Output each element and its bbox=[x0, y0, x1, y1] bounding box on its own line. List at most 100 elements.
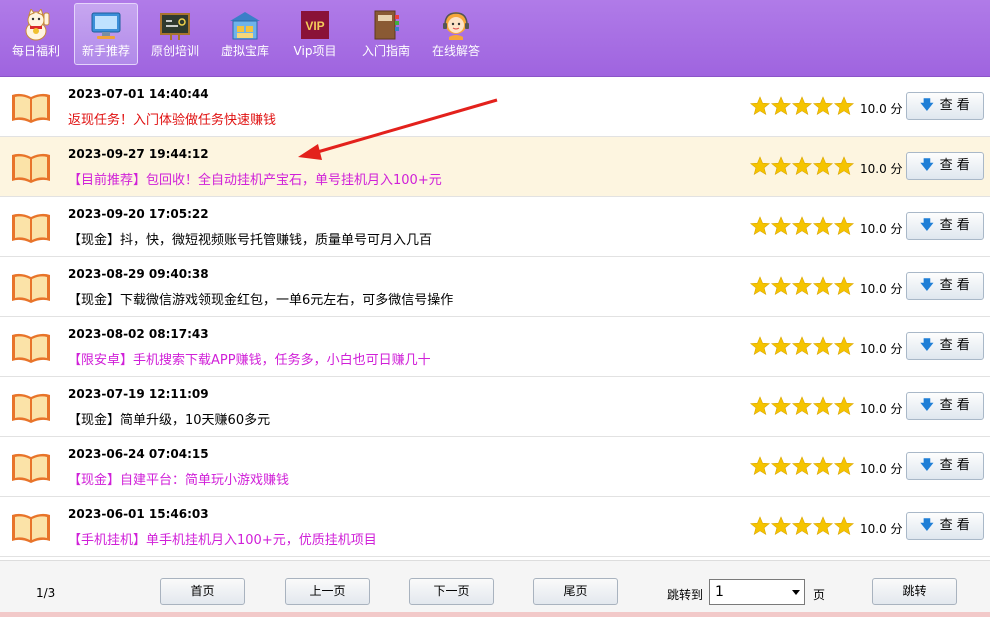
item-title[interactable]: 【目前推荐】包回收！全自动挂机产宝石，单号挂机月入100+元 bbox=[68, 169, 442, 188]
star-icon bbox=[770, 456, 792, 476]
blackboard-icon bbox=[158, 9, 192, 41]
view-button-label: 查 看 bbox=[939, 338, 970, 353]
list-item[interactable]: 2023-09-27 19:44:12 【目前推荐】包回收！全自动挂机产宝石，单号… bbox=[0, 137, 990, 197]
item-date: 2023-07-01 14:40:44 bbox=[68, 87, 209, 101]
toolbar-item-label: 新手推荐 bbox=[81, 44, 130, 58]
star-icon bbox=[749, 456, 771, 476]
top-toolbar: 每日福利 新手推荐 原创培训 虚拟宝库 VIP Vip项目 入门指南 在线解答 bbox=[0, 0, 990, 77]
star-icon bbox=[749, 156, 771, 176]
page-indicator: 1/3 bbox=[36, 586, 56, 600]
page-select[interactable]: 1 bbox=[709, 579, 805, 605]
item-score: 10.0 分 bbox=[860, 402, 903, 416]
item-date: 2023-09-27 19:44:12 bbox=[68, 147, 209, 161]
item-score: 10.0 分 bbox=[860, 462, 903, 476]
star-icon bbox=[791, 396, 813, 416]
item-date: 2023-07-19 12:11:09 bbox=[68, 387, 209, 401]
list-item[interactable]: 2023-07-01 14:40:44 返现任务！入门体验做任务快速赚钱 10.0 … bbox=[0, 77, 990, 137]
item-date: 2023-06-01 15:46:03 bbox=[68, 507, 209, 521]
star-icon bbox=[749, 216, 771, 236]
item-score: 10.0 分 bbox=[860, 522, 903, 536]
open-book-icon bbox=[10, 391, 52, 425]
download-arrow-icon: 🡇 bbox=[920, 458, 934, 473]
view-button[interactable]: 🡇 查 看 bbox=[906, 212, 984, 240]
view-button[interactable]: 🡇 查 看 bbox=[906, 272, 984, 300]
download-arrow-icon: 🡇 bbox=[920, 98, 934, 113]
star-icon bbox=[791, 276, 813, 296]
view-button-label: 查 看 bbox=[939, 158, 970, 173]
star-icon bbox=[812, 396, 834, 416]
list-item[interactable]: 2023-08-29 09:40:38 【现金】下载微信游戏领现金红包，一单6元左… bbox=[0, 257, 990, 317]
bottom-border bbox=[0, 612, 990, 617]
toolbar-item-daily-welfare[interactable]: 每日福利 bbox=[5, 4, 67, 64]
view-button[interactable]: 🡇 查 看 bbox=[906, 332, 984, 360]
star-icon bbox=[812, 216, 834, 236]
star-icon bbox=[833, 96, 855, 116]
guide-book-icon bbox=[369, 9, 403, 41]
star-icon bbox=[833, 276, 855, 296]
star-icon bbox=[770, 216, 792, 236]
item-title[interactable]: 【现金】下载微信游戏领现金红包，一单6元左右，可多微信号操作 bbox=[68, 289, 453, 308]
view-button[interactable]: 🡇 查 看 bbox=[906, 392, 984, 420]
prev-page-button[interactable]: 上一页 bbox=[285, 578, 370, 605]
list-item[interactable]: 2023-09-20 17:05:22 【现金】抖，快，微短视频账号托管赚钱，质量… bbox=[0, 197, 990, 257]
item-score: 10.0 分 bbox=[860, 102, 903, 116]
list-item[interactable]: 2023-07-19 12:11:09 【现金】简单升级，10天赚60多元 10.0… bbox=[0, 377, 990, 437]
toolbar-item-virtual-treasury[interactable]: 虚拟宝库 bbox=[214, 4, 276, 64]
star-icon bbox=[749, 96, 771, 116]
toolbar-item-vip-project[interactable]: VIP Vip项目 bbox=[284, 4, 346, 64]
star-icon bbox=[791, 96, 813, 116]
star-icon bbox=[770, 516, 792, 536]
view-button[interactable]: 🡇 查 看 bbox=[906, 152, 984, 180]
star-icon bbox=[749, 396, 771, 416]
toolbar-item-label: Vip项目 bbox=[293, 44, 337, 58]
star-icon bbox=[812, 156, 834, 176]
list-item[interactable]: 2023-06-01 15:46:03 【手机挂机】单手机挂机月入100+元，优质… bbox=[0, 497, 990, 557]
jump-to-label: 跳转到 bbox=[667, 588, 704, 602]
go-button[interactable]: 跳转 bbox=[872, 578, 957, 605]
last-page-button[interactable]: 尾页 bbox=[533, 578, 618, 605]
vip-icon: VIP bbox=[298, 9, 332, 41]
star-icon bbox=[749, 516, 771, 536]
first-page-button[interactable]: 首页 bbox=[160, 578, 245, 605]
toolbar-item-beginner-recommend[interactable]: 新手推荐 bbox=[74, 3, 138, 65]
star-icon bbox=[791, 456, 813, 476]
view-button[interactable]: 🡇 查 看 bbox=[906, 92, 984, 120]
toolbar-item-label: 虚拟宝库 bbox=[220, 44, 269, 58]
view-button-label: 查 看 bbox=[939, 398, 970, 413]
item-date: 2023-06-24 07:04:15 bbox=[68, 447, 209, 461]
item-title[interactable]: 【现金】简单升级，10天赚60多元 bbox=[68, 409, 270, 428]
download-arrow-icon: 🡇 bbox=[920, 518, 934, 533]
open-book-icon bbox=[10, 451, 52, 485]
open-book-icon bbox=[10, 511, 52, 545]
view-button[interactable]: 🡇 查 看 bbox=[906, 512, 984, 540]
star-icon bbox=[749, 276, 771, 296]
star-rating bbox=[749, 156, 855, 178]
toolbar-item-online-answer[interactable]: 在线解答 bbox=[425, 4, 487, 64]
support-agent-icon bbox=[439, 9, 473, 41]
star-icon bbox=[812, 336, 834, 356]
item-score: 10.0 分 bbox=[860, 282, 903, 296]
list-item[interactable]: 2023-08-02 08:17:43 【限安卓】手机搜索下载APP赚钱，任务多，… bbox=[0, 317, 990, 377]
star-icon bbox=[791, 156, 813, 176]
view-button-label: 查 看 bbox=[939, 98, 970, 113]
item-title[interactable]: 【限安卓】手机搜索下载APP赚钱，任务多，小白也可日赚几十 bbox=[68, 349, 431, 368]
item-title[interactable]: 【现金】抖，快，微短视频账号托管赚钱，质量单号可月入几百 bbox=[68, 229, 432, 248]
vip-badge-text: VIP bbox=[305, 19, 324, 33]
item-date: 2023-08-02 08:17:43 bbox=[68, 327, 209, 341]
toolbar-item-getting-started[interactable]: 入门指南 bbox=[355, 4, 417, 64]
open-book-icon bbox=[10, 211, 52, 245]
star-icon bbox=[812, 276, 834, 296]
star-icon bbox=[812, 96, 834, 116]
chevron-down-icon bbox=[792, 590, 800, 595]
warehouse-icon bbox=[228, 9, 262, 41]
item-title[interactable]: 【现金】自建平台：简单玩小游戏赚钱 bbox=[68, 469, 289, 488]
item-score: 10.0 分 bbox=[860, 222, 903, 236]
item-title[interactable]: 返现任务！入门体验做任务快速赚钱 bbox=[68, 109, 276, 128]
list-item[interactable]: 2023-06-24 07:04:15 【现金】自建平台：简单玩小游戏赚钱 10.0… bbox=[0, 437, 990, 497]
item-date: 2023-09-20 17:05:22 bbox=[68, 207, 209, 221]
view-button[interactable]: 🡇 查 看 bbox=[906, 452, 984, 480]
toolbar-item-original-training[interactable]: 原创培训 bbox=[144, 4, 206, 64]
toolbar-item-label: 原创培训 bbox=[150, 44, 199, 58]
item-title[interactable]: 【手机挂机】单手机挂机月入100+元，优质挂机项目 bbox=[68, 529, 377, 548]
next-page-button[interactable]: 下一页 bbox=[409, 578, 494, 605]
